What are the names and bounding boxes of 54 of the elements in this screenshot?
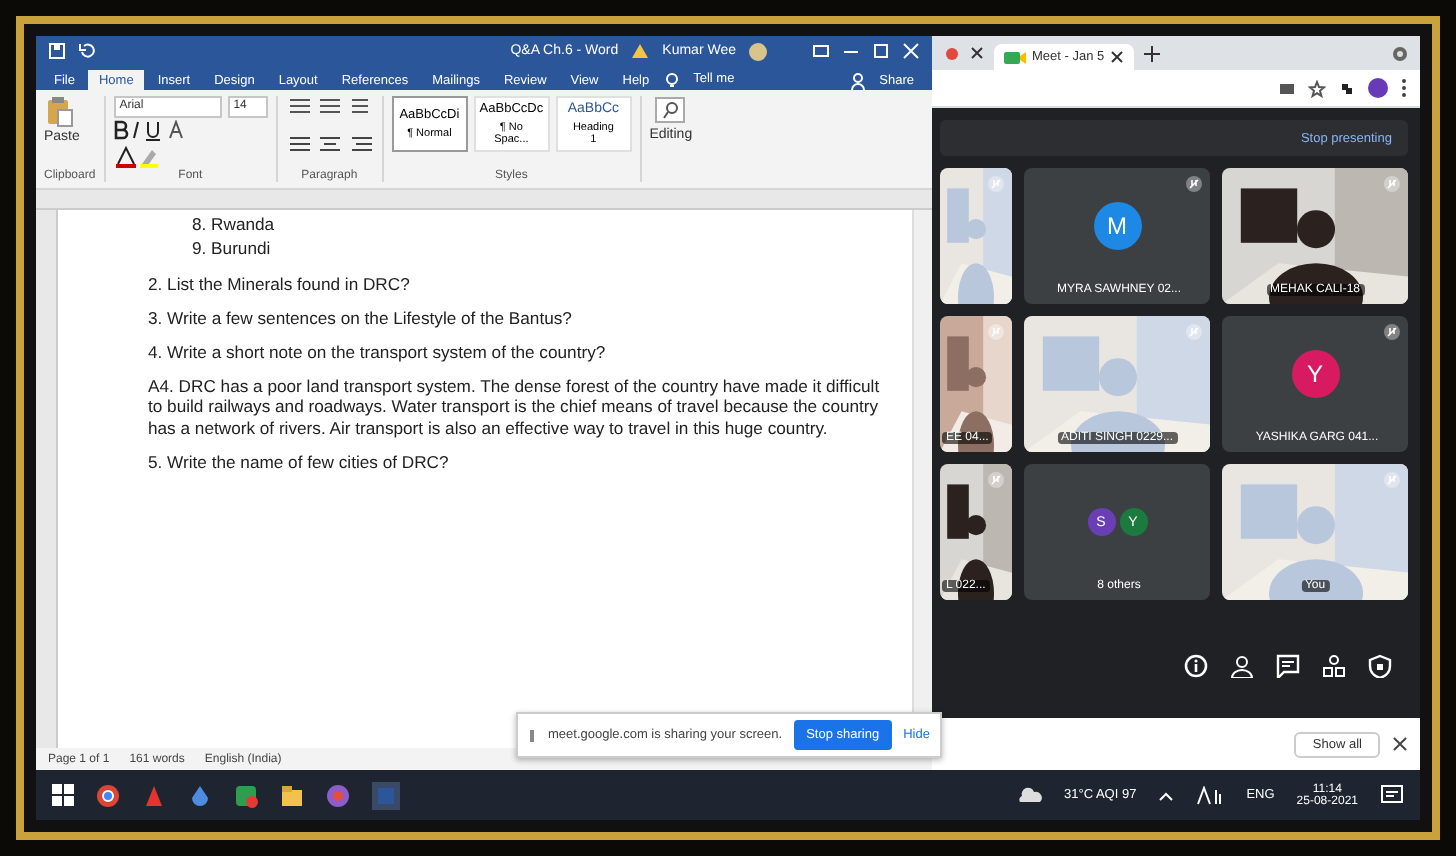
alignment-icons[interactable]	[285, 133, 374, 153]
muted-mic-icon	[1384, 324, 1400, 340]
close-icon[interactable]	[1392, 736, 1408, 752]
drag-handle-icon[interactable]	[528, 727, 536, 743]
windows-start-icon[interactable]	[52, 784, 74, 806]
chat-icon[interactable]	[1276, 653, 1300, 677]
muted-mic-icon	[1186, 324, 1202, 340]
muted-mic-icon	[1384, 472, 1400, 488]
muted-mic-icon	[988, 324, 1004, 340]
pdf-reader-icon[interactable]	[142, 783, 166, 807]
drop-icon[interactable]	[188, 783, 212, 807]
list-item: 8. Rwanda	[190, 214, 277, 236]
list-item: 9. Burundi	[190, 237, 273, 259]
muted-mic-icon	[1384, 176, 1400, 192]
close-icon[interactable]	[970, 46, 984, 60]
profile-icon[interactable]	[1368, 78, 1388, 98]
avatar-circle: Y	[1291, 350, 1339, 398]
paste-icon[interactable]	[44, 96, 74, 128]
record-icon	[1392, 45, 1408, 61]
video-camera-icon	[1004, 49, 1026, 65]
search-icon[interactable]	[654, 96, 687, 124]
plus-icon[interactable]	[1144, 45, 1161, 61]
close-icon[interactable]	[1110, 50, 1125, 64]
save-icon[interactable]	[48, 42, 66, 60]
avatar-icon[interactable]	[748, 41, 768, 61]
maximize-icon[interactable]	[872, 42, 890, 60]
list-icons[interactable]	[285, 96, 374, 116]
people-icon[interactable]	[1230, 653, 1254, 677]
folder-icon[interactable]	[280, 783, 304, 807]
app-icon[interactable]	[234, 783, 258, 807]
shield-icon[interactable]	[1368, 653, 1392, 677]
record-icon	[944, 45, 960, 61]
star-icon[interactable]	[1308, 79, 1326, 97]
info-icon[interactable]	[1184, 653, 1208, 677]
muted-mic-icon	[988, 176, 1004, 192]
more-icon[interactable]	[1400, 78, 1408, 98]
avatar-circle: M	[1093, 202, 1141, 250]
muted-mic-icon	[988, 472, 1004, 488]
muted-mic-icon	[1186, 176, 1202, 192]
activities-icon[interactable]	[1322, 653, 1346, 677]
warning-icon	[630, 42, 651, 60]
font-color-icons[interactable]	[113, 145, 162, 168]
redo-icon[interactable]	[78, 42, 96, 60]
document-paragraph: A4. DRC has a poor land transport system. The dense forest of the country have made it difficult to build railways and roadways. Water transport is the chief means of travel because the country has a network of rivers. Air transport is also an effective way to travel in this huge country.	[148, 375, 882, 440]
ribbon-display-icon[interactable]	[812, 42, 830, 60]
document-paragraph: 4. Write a short note on the transport system of the country?	[148, 341, 608, 364]
document-paragraph: 3. Write a few sentences on the Lifestyle of the Bantus?	[148, 308, 574, 330]
browser-icon[interactable]	[96, 783, 120, 807]
chevron-up-icon[interactable]	[1158, 787, 1175, 803]
font-format-icons[interactable]	[113, 120, 186, 143]
cloud-icon	[1017, 785, 1042, 805]
document-paragraph: 5. Write the name of few cities of DRC?	[148, 451, 451, 474]
notifications-icon[interactable]	[1380, 783, 1404, 807]
document-paragraph: 2. List the Minerals found in DRC?	[148, 274, 412, 297]
